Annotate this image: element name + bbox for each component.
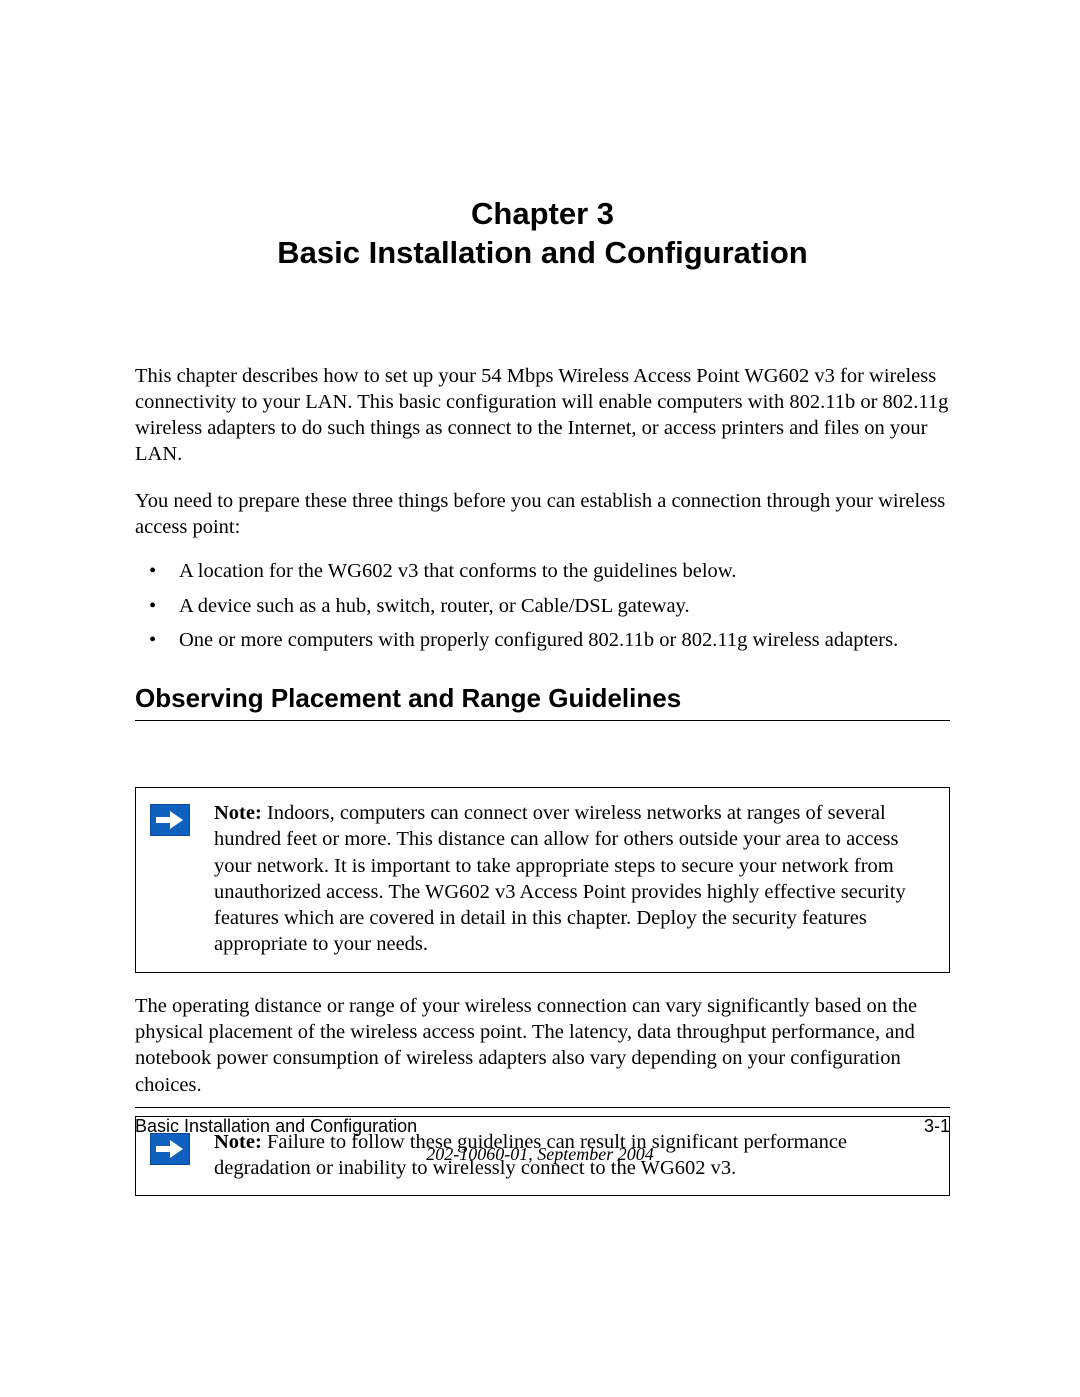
note-label: Note: <box>214 802 262 824</box>
arrow-icon <box>150 804 190 836</box>
footer-chapter-name: Basic Installation and Configuration <box>135 1116 417 1137</box>
list-item: A device such as a hub, switch, router, … <box>135 593 950 619</box>
chapter-title: Basic Installation and Configuration <box>135 234 950 273</box>
footer-page-number: 3-1 <box>924 1116 950 1137</box>
chapter-number: Chapter 3 <box>135 195 950 234</box>
list-item: One or more computers with properly conf… <box>135 627 950 653</box>
chapter-heading: Chapter 3 Basic Installation and Configu… <box>135 195 950 273</box>
note-text: Note: Indoors, computers can connect ove… <box>214 800 931 957</box>
section-heading-placement: Observing Placement and Range Guidelines <box>135 683 950 721</box>
footer-doc-ref: 202-10060-01, September 2004 <box>0 1144 1080 1165</box>
note-icon-cell <box>150 800 214 836</box>
intro-paragraph-1: This chapter describes how to set up you… <box>135 363 950 468</box>
document-page: Chapter 3 Basic Installation and Configu… <box>0 0 1080 1397</box>
intro-paragraph-2: You need to prepare these three things b… <box>135 488 950 540</box>
section-paragraph: The operating distance or range of your … <box>135 993 950 1098</box>
page-footer: Basic Installation and Configuration 3-1 <box>135 1107 950 1137</box>
list-item: A location for the WG602 v3 that conform… <box>135 558 950 584</box>
note-box-security: Note: Indoors, computers can connect ove… <box>135 787 950 972</box>
prereq-list: A location for the WG602 v3 that conform… <box>135 558 950 653</box>
note-body: Indoors, computers can connect over wire… <box>214 802 906 955</box>
